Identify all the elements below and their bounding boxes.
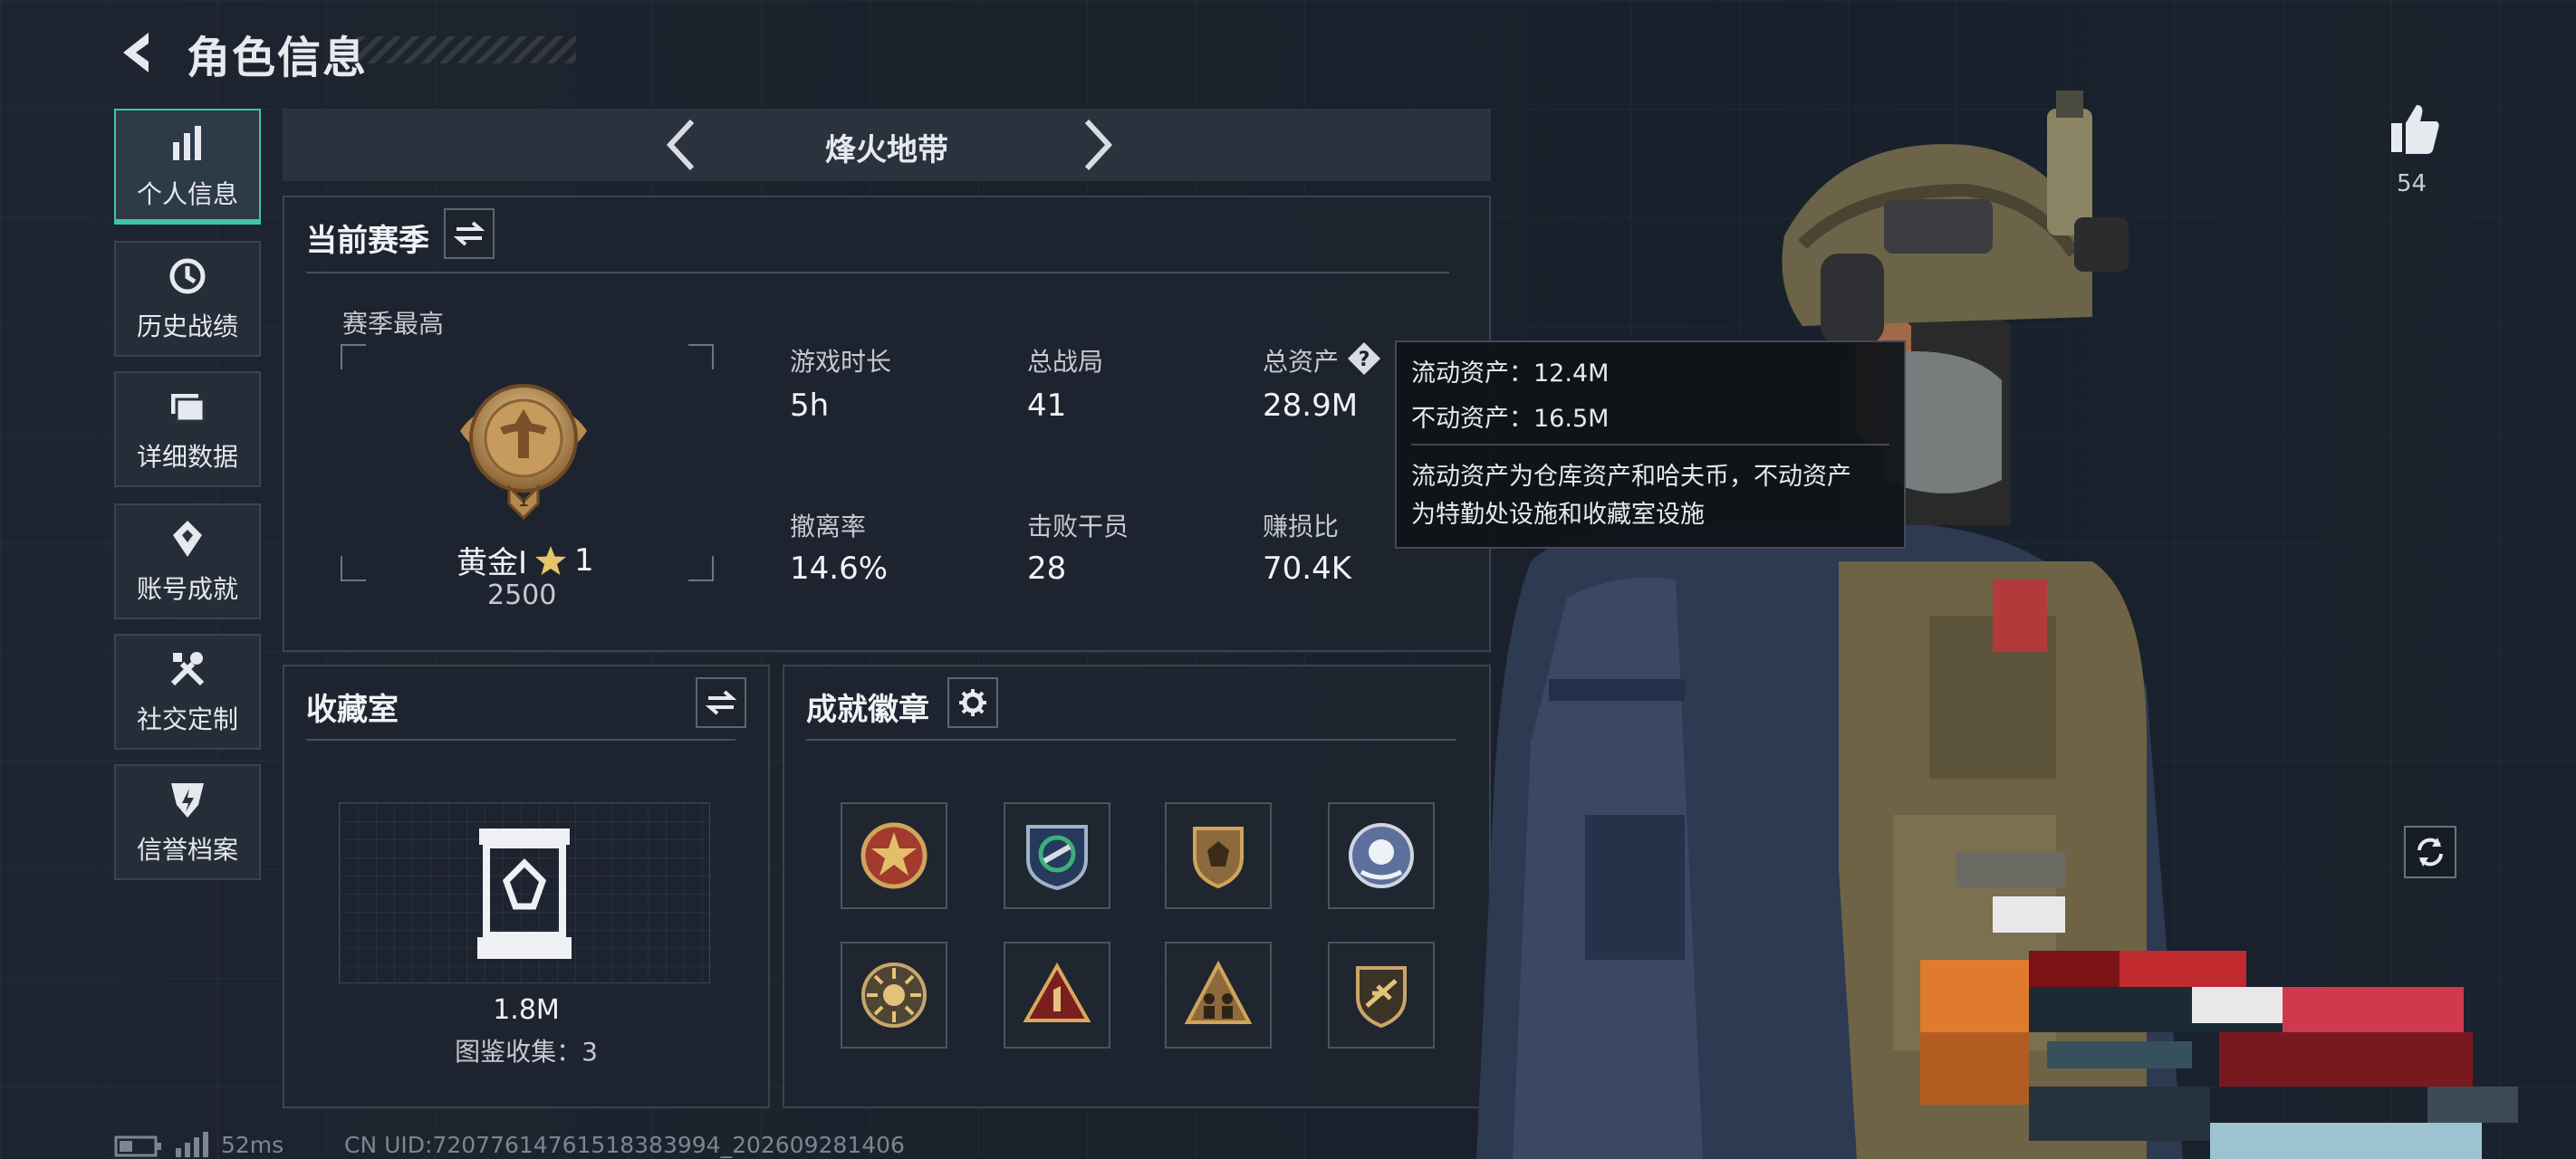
- shield-emblem-badge: [1193, 827, 1244, 889]
- history-icon: [169, 258, 206, 294]
- help-glyph: ?: [1359, 349, 1370, 371]
- flower-emblem-badge: [1349, 823, 1414, 888]
- divider: [306, 272, 1449, 273]
- sidebar-item-history[interactable]: 历史战绩: [114, 241, 261, 357]
- stat-label: 游戏时长: [790, 347, 892, 377]
- title-decoration: [341, 36, 576, 63]
- season-switch-button[interactable]: [444, 208, 495, 259]
- chevron-right-icon[interactable]: [1069, 116, 1123, 174]
- badge-slot[interactable]: [1004, 802, 1110, 909]
- stat-label: 击败干员: [1027, 512, 1129, 541]
- rotate-icon: [2417, 838, 2443, 867]
- stat-value: 14.6%: [790, 551, 889, 587]
- aircraft-badge: [1356, 966, 1407, 1029]
- frame-corner: [688, 556, 714, 581]
- display-case-icon: [477, 829, 572, 959]
- badge-slot[interactable]: [1165, 942, 1272, 1049]
- pixelated-nameplate: [1920, 851, 2518, 1159]
- sidebar-item-label: 个人信息: [136, 179, 238, 209]
- badge-slot[interactable]: [1165, 802, 1272, 909]
- achievement-icon: [173, 521, 202, 557]
- collection-switch-button[interactable]: [696, 677, 746, 728]
- back-arrow-icon: [123, 33, 149, 72]
- sidebar-item-label: 社交定制: [136, 704, 238, 734]
- badge-slot[interactable]: [1328, 942, 1435, 1049]
- rotate-character-button[interactable]: [2404, 826, 2456, 878]
- bar-chart-icon: [173, 126, 201, 160]
- swap-icon: [453, 221, 485, 246]
- frame-corner: [341, 556, 366, 581]
- dove-emblem-badge: [1026, 825, 1088, 891]
- star-icon: [535, 545, 567, 575]
- stat-value: 5h: [790, 388, 830, 424]
- gold-rank-medal-icon: 1: [460, 384, 587, 521]
- sidebar-item-social[interactable]: 社交定制: [114, 634, 261, 750]
- sidebar-item-label: 历史战绩: [136, 311, 238, 341]
- sidebar-item-achievements[interactable]: 账号成就: [114, 503, 261, 619]
- back-button[interactable]: [114, 27, 165, 78]
- divider: [306, 739, 735, 741]
- team-badge: [1184, 960, 1253, 1024]
- help-icon: ?: [1348, 342, 1380, 375]
- sidebar-item-details[interactable]: 详细数据: [114, 371, 261, 487]
- assets-tooltip: 流动资产：12.4M 不动资产：16.5M 流动资产为仓库资产和哈夫币，不动资产…: [1395, 340, 1906, 549]
- help-button[interactable]: ?: [1346, 340, 1382, 377]
- swap-icon: [705, 690, 737, 715]
- rank-name: 黄金Ⅰ: [457, 545, 528, 581]
- stat-label: 总资产: [1263, 347, 1340, 377]
- collection-value: 1.8M: [493, 994, 560, 1026]
- tools-icon: [170, 652, 205, 686]
- medal-number: 1: [518, 489, 530, 511]
- stat-value: 28: [1027, 551, 1067, 587]
- badge-slot[interactable]: [1004, 942, 1110, 1049]
- like-count: 54: [2397, 170, 2427, 197]
- tooltip-description-line1: 流动资产为仓库资产和哈夫币，不动资产: [1411, 463, 1851, 491]
- mode-tab-label: 烽火地带: [825, 132, 948, 168]
- stat-value: 28.9M: [1263, 388, 1359, 424]
- ping-text: 52ms: [221, 1132, 284, 1158]
- star-emblem-badge: [860, 822, 928, 889]
- tooltip-liquid-assets: 流动资产：12.4M: [1411, 359, 1610, 388]
- stat-value: 41: [1027, 388, 1067, 424]
- badge-slot[interactable]: [841, 802, 947, 909]
- number-one-badge: [1023, 962, 1091, 1022]
- stat-label: 赚损比: [1263, 512, 1340, 541]
- season-title: 当前赛季: [306, 223, 429, 259]
- rank-points: 2500: [487, 580, 557, 611]
- badges-settings-button[interactable]: [947, 677, 998, 728]
- sidebar-item-label: 账号成就: [136, 574, 238, 604]
- badge-slot[interactable]: [1328, 802, 1435, 909]
- battery-icon: [114, 1135, 161, 1157]
- folder-icon: [171, 394, 206, 423]
- frame-corner: [341, 344, 366, 369]
- collection-preview[interactable]: [339, 802, 710, 983]
- sidebar-item-label: 信誉档案: [136, 835, 238, 865]
- divider: [1411, 444, 1889, 445]
- rank-stars: 1: [574, 541, 594, 579]
- rank-line: 黄金Ⅰ 1: [457, 538, 594, 582]
- collection-count: 图鉴收集：3: [455, 1037, 598, 1067]
- shield-icon: [171, 783, 204, 818]
- season-best-label: 赛季最高: [342, 309, 445, 339]
- stat-value: 70.4K: [1263, 551, 1351, 587]
- uid-text: CN UID:72077614761518383994_202609281406: [344, 1132, 905, 1158]
- divider: [806, 739, 1456, 741]
- sun-emblem-badge: [861, 963, 927, 1028]
- sidebar-item-reputation[interactable]: 信誉档案: [114, 764, 261, 880]
- sidebar-item-label: 详细数据: [136, 442, 238, 472]
- collection-title: 收藏室: [306, 692, 399, 728]
- tooltip-description-line2: 为特勤处设施和收藏室设施: [1411, 501, 1705, 529]
- stat-label: 总战局: [1027, 347, 1104, 377]
- badges-title: 成就徽章: [806, 692, 929, 728]
- mode-tab-bar: 烽火地带: [283, 109, 1491, 181]
- signal-icon: [176, 1132, 208, 1157]
- frame-corner: [688, 344, 714, 369]
- badge-slot[interactable]: [841, 942, 947, 1049]
- tooltip-fixed-assets: 不动资产：16.5M: [1411, 405, 1610, 433]
- stat-label: 撤离率: [790, 512, 867, 541]
- gear-icon: [959, 689, 986, 716]
- thumbs-up-icon[interactable]: [2388, 101, 2442, 156]
- sidebar-item-personal-info[interactable]: 个人信息: [114, 109, 261, 225]
- collection-panel: 收藏室 1.8M 图鉴收集：3: [283, 665, 770, 1108]
